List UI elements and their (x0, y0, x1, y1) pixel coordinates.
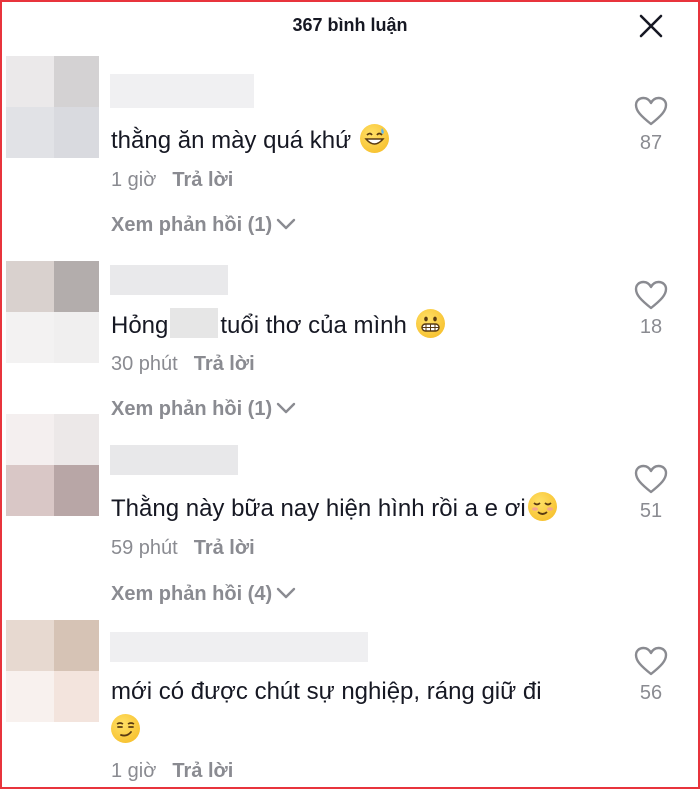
like-control: 87 (630, 96, 672, 155)
close-icon[interactable] (638, 13, 664, 39)
chevron-down-icon (276, 218, 296, 230)
avatar[interactable] (6, 620, 99, 722)
reply-button[interactable]: Trả lời (194, 537, 255, 559)
heart-icon[interactable] (634, 464, 668, 494)
redacted-word (170, 308, 219, 338)
comment-text: Hỏng tuổi thơ của mình (111, 308, 445, 342)
reply-button[interactable]: Trả lời (194, 353, 255, 375)
comment-text-line-2 (111, 714, 140, 747)
like-count: 87 (639, 132, 663, 154)
comment-meta: 1 giờ Trả lời (111, 760, 233, 783)
chevron-down-icon (276, 587, 296, 599)
comment-count-title: 367 bình luận (292, 15, 408, 35)
view-replies-label: Xem phản hồi (1) (111, 398, 273, 420)
comment-time: 59 phút (111, 537, 178, 559)
like-control: 56 (630, 646, 672, 705)
heart-icon[interactable] (634, 280, 668, 310)
username-blurred[interactable] (110, 632, 368, 662)
comment-time: 1 giờ (111, 169, 157, 191)
comment-meta: 1 giờ Trả lời (111, 169, 233, 192)
like-count: 51 (639, 500, 663, 522)
view-replies-button[interactable]: Xem phản hồi (4) (111, 583, 296, 606)
comment-text: mới có được chút sự nghiệp, ráng giữ đi (111, 678, 542, 705)
heart-icon[interactable] (634, 646, 668, 676)
avatar[interactable] (6, 414, 99, 516)
username-blurred[interactable] (110, 265, 228, 295)
view-replies-button[interactable]: Xem phản hồi (1) (111, 398, 296, 421)
comments-header: 367 bình luận (0, 0, 700, 52)
smirking-emoji-icon (111, 714, 140, 743)
like-control: 51 (630, 464, 672, 523)
view-replies-label: Xem phản hồi (1) (111, 214, 273, 236)
username-blurred[interactable] (110, 445, 238, 475)
comment-text: Thằng này bữa nay hiện hình rồi a e ơi (111, 492, 557, 525)
reply-button[interactable]: Trả lời (172, 169, 233, 191)
view-replies-button[interactable]: Xem phản hồi (1) (111, 214, 296, 237)
avatar[interactable] (6, 56, 99, 158)
username-blurred[interactable] (110, 74, 254, 108)
grinning-sweat-emoji-icon (359, 124, 389, 153)
comment-meta: 30 phút Trả lời (111, 353, 255, 376)
like-count: 56 (639, 682, 663, 704)
comment-time: 30 phút (111, 353, 178, 375)
heart-icon[interactable] (634, 96, 668, 126)
comment-text: thằng ăn mày quá khứ (111, 124, 389, 157)
comment-time: 1 giờ (111, 760, 157, 782)
avatar[interactable] (6, 261, 99, 363)
comment-meta: 59 phút Trả lời (111, 537, 255, 560)
like-count: 18 (639, 316, 663, 338)
screenshot-frame (0, 0, 700, 789)
relieved-emoji-icon (527, 492, 557, 521)
like-control: 18 (630, 280, 672, 339)
reply-button[interactable]: Trả lời (172, 760, 233, 782)
view-replies-label: Xem phản hồi (4) (111, 583, 273, 605)
grimacing-emoji-icon (415, 309, 445, 338)
chevron-down-icon (276, 402, 296, 414)
